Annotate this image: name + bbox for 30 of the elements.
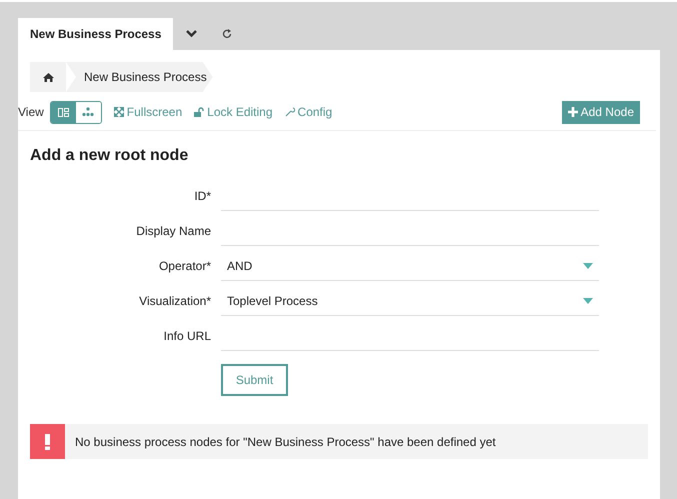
chevron-down-icon[interactable] xyxy=(186,30,197,38)
view-label: View xyxy=(18,105,44,119)
field-label: ID* xyxy=(193,189,211,205)
select-field[interactable]: AND xyxy=(221,252,599,281)
field-label: Visualization* xyxy=(138,294,211,310)
form-title: Add a new root node xyxy=(30,147,190,165)
field-label: Operator* xyxy=(158,259,211,275)
field-label: Display Name xyxy=(135,224,211,240)
tab[interactable]: New Business Process xyxy=(18,18,174,50)
plus-icon xyxy=(568,107,578,117)
breadcrumb-item[interactable]: New Business Process xyxy=(66,62,213,92)
home-icon xyxy=(42,72,54,82)
alert-text: No business process nodes for "New Business Process" have been defined yet xyxy=(75,434,496,448)
field-label: Info URL xyxy=(162,329,211,345)
refresh-icon[interactable] xyxy=(222,29,232,39)
dropdown-caret-icon xyxy=(583,263,593,269)
dropdown-caret-icon xyxy=(583,298,593,304)
home-breadcrumb[interactable] xyxy=(30,62,66,92)
select-field[interactable]: Toplevel Process xyxy=(221,287,599,316)
tiles-icon xyxy=(58,108,69,116)
exclamation-icon xyxy=(45,434,50,450)
submit-button[interactable]: Submit xyxy=(221,364,288,396)
add-node-button[interactable]: Add Node xyxy=(562,100,640,124)
expand-icon xyxy=(114,107,124,117)
toolbar-link[interactable]: Fullscreen xyxy=(114,105,182,119)
unlock-icon xyxy=(194,107,204,117)
toolbar-link[interactable]: Lock Editing xyxy=(194,105,273,119)
view-mode-button[interactable] xyxy=(50,102,76,122)
toolbar-link[interactable]: Config xyxy=(284,105,332,119)
tree-icon xyxy=(82,107,94,117)
